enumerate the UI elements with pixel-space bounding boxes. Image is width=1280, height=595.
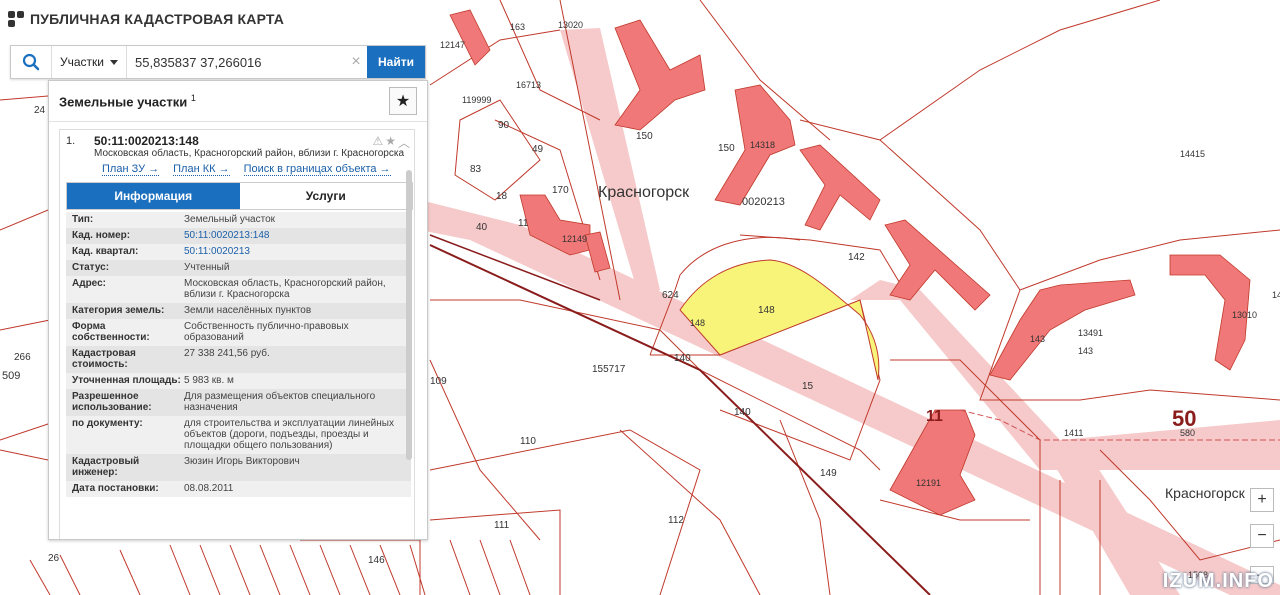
attribute-value: 08.08.2011 <box>184 483 234 494</box>
attribute-value: для строительства и эксплуатации линейны… <box>184 418 394 451</box>
clear-icon[interactable]: × <box>345 46 367 78</box>
attribute-row: Дата постановки: 08.08.2011 <box>66 481 411 497</box>
tab-services[interactable]: Услуги <box>239 183 412 209</box>
attribute-key: Тип: <box>72 214 94 225</box>
plan-zu-link[interactable]: План ЗУ → <box>102 163 160 176</box>
star-icon: ★ <box>395 93 411 110</box>
search-in-bounds-link[interactable]: Поиск в границах объекта → <box>243 163 391 176</box>
attribute-row: Статус: Учтенный <box>66 260 411 276</box>
result-count: 1 <box>190 92 196 103</box>
result-tabs: Информация Услуги <box>66 182 413 210</box>
attribute-value: Зюзин Игорь Викторович <box>184 456 300 467</box>
attribute-row: Адрес: Московская область, Красногорский … <box>66 276 411 303</box>
attribute-row: Кадастровый инженер: Зюзин Игорь Викторов… <box>66 454 411 481</box>
plan-kk-link[interactable]: План КК → <box>173 163 230 176</box>
panel-scrollbar[interactable] <box>406 170 412 460</box>
result-number: 1. <box>66 135 76 147</box>
warning-icon[interactable]: ⚠ <box>372 134 383 151</box>
attribute-key: Категория земель: <box>72 305 165 316</box>
attribute-row: Категория земель: Земли населённых пункто… <box>66 303 411 319</box>
attribute-value: Московская область, Красногорский район,… <box>184 278 386 300</box>
search-icon[interactable] <box>11 46 51 78</box>
attribute-value[interactable]: 50:11:0020213 <box>184 246 411 257</box>
attribute-row: по документу: для строительства и эксплуа… <box>66 416 411 454</box>
favorite-button[interactable]: ★ <box>389 87 417 115</box>
search-input[interactable] <box>127 46 345 78</box>
panel-header: Земельные участки 1 ★ <box>49 81 427 122</box>
attribute-key: Кадастровая стоимость: <box>72 348 136 370</box>
result-address: Московская область, Красногорский район,… <box>94 148 405 159</box>
attribute-value: Учтенный <box>184 262 230 273</box>
chevron-down-icon <box>110 59 118 65</box>
app-title: ПУБЛИЧНАЯ КАДАСТРОВАЯ КАРТА <box>30 11 285 27</box>
panel-title-text: Земельные участки <box>59 94 188 110</box>
attribute-key: Адрес: <box>72 278 106 289</box>
attribute-row: Уточненная площадь: 5 983 кв. м <box>66 373 411 389</box>
cadastral-number[interactable]: 50:11:0020213:148 <box>94 134 404 148</box>
panel-title: Земельные участки 1 <box>59 93 196 109</box>
app-logo-icon <box>8 11 24 27</box>
attribute-table: Тип: Земельный участок Кад. номер: 50:11:00… <box>66 212 411 497</box>
result-actions: ⚠ ★ ︿ <box>372 134 410 151</box>
search-bar: Участки × Найти <box>10 45 426 79</box>
watermark: IZUM.INFO <box>1162 570 1274 592</box>
find-button[interactable]: Найти <box>367 46 425 78</box>
attribute-key: по документу: <box>72 418 143 429</box>
attribute-key: Кад. квартал: <box>72 246 139 257</box>
attribute-value: Земли населённых пунктов <box>184 305 312 316</box>
attribute-key: Дата постановки: <box>72 483 159 494</box>
attribute-key: Кадастровый инженер: <box>72 456 140 478</box>
attribute-key: Форма собственности: <box>72 321 150 343</box>
attribute-key: Статус: <box>72 262 110 273</box>
attribute-value: Для размещения объектов специального наз… <box>184 391 376 413</box>
attribute-key: Уточненная площадь: <box>72 375 181 386</box>
object-type-label: Участки <box>60 55 104 69</box>
zoom-out-button[interactable]: − <box>1250 524 1274 548</box>
attribute-value: 5 983 кв. м <box>184 375 234 386</box>
app-header: ПУБЛИЧНАЯ КАДАСТРОВАЯ КАРТА <box>0 0 284 38</box>
tab-information[interactable]: Информация <box>67 183 240 209</box>
results-panel: Земельные участки 1 ★ ⚠ ★ ︿ 1. 50:11:002… <box>48 80 428 540</box>
result-header: 1. 50:11:0020213:148 Московская область,… <box>60 130 414 160</box>
result-links: План ЗУ → План КК → Поиск в границах объ… <box>60 160 414 176</box>
attribute-row: Кад. квартал: 50:11:0020213 <box>66 244 411 260</box>
attribute-value[interactable]: 50:11:0020213:148 <box>184 230 411 241</box>
attribute-value: Собственность публично-правовых образова… <box>184 321 349 343</box>
attribute-key: Кад. номер: <box>72 230 131 241</box>
attribute-row: Разрешенное использование: Для размещения… <box>66 389 411 416</box>
result-card: ⚠ ★ ︿ 1. 50:11:0020213:148 Московская об… <box>59 129 415 539</box>
object-type-select[interactable]: Участки <box>51 46 127 78</box>
attribute-row: Тип: Земельный участок <box>66 212 411 228</box>
attribute-row: Кад. номер: 50:11:0020213:148 <box>66 228 411 244</box>
attribute-value: 27 338 241,56 руб. <box>184 348 270 359</box>
zoom-in-button[interactable]: + <box>1250 488 1274 512</box>
collapse-icon[interactable]: ︿ <box>398 134 410 151</box>
attribute-row: Кадастровая стоимость: 27 338 241,56 руб. <box>66 346 411 373</box>
attribute-value: Земельный участок <box>184 214 276 225</box>
star-outline-icon[interactable]: ★ <box>385 134 396 151</box>
attribute-key: Разрешенное использование: <box>72 391 152 413</box>
attribute-row: Форма собственности: Собственность публич… <box>66 319 411 346</box>
